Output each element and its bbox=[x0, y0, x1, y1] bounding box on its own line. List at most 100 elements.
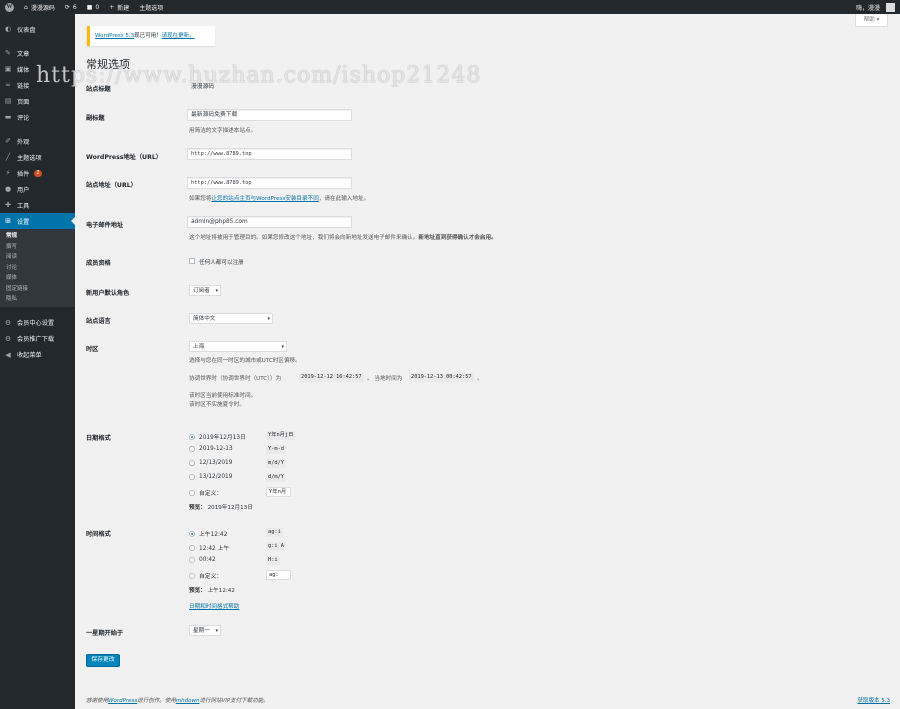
time-format-code: H:i bbox=[266, 556, 280, 565]
local-time-suffix: 。 bbox=[477, 376, 483, 382]
comment-icon: ▬ bbox=[4, 113, 12, 121]
comments-link[interactable]: ■ 0 bbox=[82, 0, 105, 14]
menu-comments[interactable]: ▬ 评论 bbox=[0, 109, 75, 125]
radio-button[interactable] bbox=[189, 446, 195, 452]
updates-link[interactable]: ⟳ 6 bbox=[60, 0, 82, 14]
menu-theme-options[interactable]: ╱ 主题选项 bbox=[0, 149, 75, 165]
menu-dashboard[interactable]: ◐ 仪表盘 bbox=[0, 21, 75, 37]
utc-time-label: 协调世界时（协调世界时（UTC））为 bbox=[189, 376, 282, 382]
radio-selected[interactable] bbox=[189, 433, 195, 440]
time-format-code: ag:i bbox=[266, 528, 283, 537]
site-language-select[interactable]: 简体中文 ▾ bbox=[189, 313, 273, 324]
date-format-custom-input[interactable]: Y年n月 bbox=[266, 487, 291, 497]
menu-tools[interactable]: ✚ 工具 bbox=[0, 197, 75, 213]
submenu-permalinks[interactable]: 固定链接 bbox=[0, 284, 75, 295]
time-format-option[interactable]: 00:42 bbox=[189, 557, 216, 563]
menu-pages[interactable]: ▤ 页面 bbox=[0, 93, 75, 109]
date-time-help-link[interactable]: 日期和时间格式帮助 bbox=[189, 604, 239, 610]
membership-checkbox-label: 任何人都可以注册 bbox=[199, 260, 244, 266]
time-format-custom-option[interactable]: 自定义： bbox=[189, 571, 222, 580]
new-content-link[interactable]: + 新建 bbox=[104, 0, 134, 14]
help-tab-button[interactable]: 帮助 ▾ bbox=[855, 14, 888, 27]
menu-appearance[interactable]: ✐ 外观 bbox=[0, 133, 75, 149]
radio-button[interactable] bbox=[189, 544, 195, 551]
local-time-label: 。 当地时间为 bbox=[367, 376, 403, 382]
timezone-description: 选择与您在同一时区的城市或UTC时区偏移。 bbox=[189, 358, 301, 364]
date-format-option[interactable]: 12/13/2019 bbox=[189, 460, 232, 466]
site-url-help-link[interactable]: 让您的站点主页与WordPress安装目录不同 bbox=[211, 196, 318, 202]
site-language-label: 站点语言 bbox=[86, 318, 111, 325]
admin-email-input[interactable]: admin@php85.com bbox=[187, 216, 352, 228]
avatar bbox=[886, 2, 895, 12]
date-format-option[interactable]: 2019-12-13 bbox=[189, 446, 233, 452]
update-now-link[interactable]: 请现在更新。 bbox=[162, 33, 195, 39]
date-time-help-link-wrap: 日期和时间格式帮助 bbox=[189, 602, 239, 610]
chevron-down-icon: ▾ bbox=[215, 628, 218, 634]
membership-checkbox[interactable] bbox=[189, 258, 195, 264]
date-format-option[interactable]: 2019年12月13日 bbox=[189, 432, 246, 441]
week-start-label: 一星期开始于 bbox=[86, 630, 124, 637]
tagline-input[interactable]: 最新源码免费下载 bbox=[187, 109, 352, 121]
local-time-code: 2019-12-13 00:42:57 bbox=[409, 373, 474, 382]
chevron-down-icon: ▾ bbox=[281, 344, 284, 350]
menu-posts[interactable]: ✎ 文章 bbox=[0, 45, 75, 61]
account-menu[interactable]: 嗨，漫漫 bbox=[851, 0, 900, 14]
time-format-label: 时间格式 bbox=[86, 531, 111, 538]
radio-button[interactable] bbox=[189, 460, 195, 466]
time-format-option[interactable]: 12:42 上午 bbox=[189, 543, 229, 552]
submenu-reading[interactable]: 阅读 bbox=[0, 252, 75, 263]
submenu-writing[interactable]: 撰写 bbox=[0, 242, 75, 253]
site-url-label: 站点地址（URL） bbox=[86, 182, 137, 189]
settings-icon: ⊞ bbox=[5, 217, 11, 225]
radio-button[interactable] bbox=[189, 489, 195, 496]
week-start-select[interactable]: 星期一 ▾ bbox=[189, 625, 221, 636]
time-format-code: g:i A bbox=[266, 542, 286, 551]
dst-status-text: 该时区当前使用标准时间。 bbox=[189, 393, 257, 399]
admin-sidebar: ◐ 仪表盘 ✎ 文章 ▣ 媒体 ∞ 链接 ▤ 页面 ▬ 评论 ✐ 外观 ╱ 主题选项 ⚡ 插件 2 … bbox=[0, 14, 75, 709]
site-url-input[interactable]: http://www.8789.top bbox=[187, 177, 352, 189]
version-link-wrap: 获取版本 5.3 bbox=[858, 696, 891, 704]
menu-plugins[interactable]: ⚡ 插件 2 bbox=[0, 165, 75, 181]
user-icon: ● bbox=[4, 185, 12, 193]
tagline-description: 用简洁的文字描述本站点。 bbox=[189, 128, 257, 134]
gear-icon: ⚙ bbox=[4, 318, 12, 327]
default-role-select[interactable]: 订阅者 ▾ bbox=[189, 285, 221, 296]
radio-button[interactable] bbox=[189, 572, 195, 579]
menu-users[interactable]: ● 用户 bbox=[0, 181, 75, 197]
footer-credits: 感谢使用WordPress进行创作。使用mhdown进行网站VIP支付下载功能。 bbox=[86, 698, 269, 704]
tools-icon: ✚ bbox=[5, 201, 11, 209]
save-changes-button[interactable]: 保存更改 bbox=[86, 654, 120, 667]
admin-email-label: 电子邮件地址 bbox=[86, 222, 124, 229]
submenu-media[interactable]: 媒体 bbox=[0, 273, 75, 284]
radio-button[interactable] bbox=[189, 557, 195, 563]
theme-options-link[interactable]: 主题选项 bbox=[134, 0, 168, 14]
timezone-select[interactable]: 上海 ▾ bbox=[189, 341, 287, 352]
date-format-label: 日期格式 bbox=[86, 435, 111, 442]
menu-member-center[interactable]: ⚙ 会员中心设置 bbox=[0, 315, 75, 331]
get-version-link[interactable]: 获取版本 5.3 bbox=[858, 698, 891, 704]
plus-icon: + bbox=[109, 3, 115, 11]
submenu-general[interactable]: 常规 bbox=[0, 231, 75, 242]
site-name-link[interactable]: ⌂ 漫漫源码 bbox=[19, 0, 60, 14]
wp-logo-menu[interactable]: W bbox=[0, 0, 19, 14]
time-format-custom-input[interactable]: ag: bbox=[266, 570, 291, 580]
submenu-privacy[interactable]: 隐私 bbox=[0, 294, 75, 305]
wordpress-version-link[interactable]: WordPress 5.3 bbox=[95, 33, 134, 39]
menu-member-promo[interactable]: ⚙ 会员推广下载 bbox=[0, 331, 75, 347]
date-format-option[interactable]: 13/12/2019 bbox=[189, 474, 232, 480]
membership-label: 成员资格 bbox=[86, 260, 111, 267]
menu-settings[interactable]: ⊞ 设置 bbox=[0, 213, 75, 229]
time-format-option[interactable]: 上午12:42 bbox=[189, 529, 227, 538]
wp-url-input[interactable]: http://www.8789.top bbox=[187, 148, 352, 160]
date-format-code: d/m/Y bbox=[266, 473, 286, 482]
radio-selected[interactable] bbox=[189, 530, 195, 537]
menu-collapse[interactable]: ◀ 收起菜单 bbox=[0, 347, 75, 363]
date-format-custom-option[interactable]: 自定义： bbox=[189, 488, 222, 497]
wordpress-link[interactable]: WordPress bbox=[108, 698, 137, 704]
radio-button[interactable] bbox=[189, 474, 195, 480]
submenu-discussion[interactable]: 讨论 bbox=[0, 263, 75, 274]
chevron-down-icon: ▾ bbox=[215, 288, 218, 294]
update-notice: WordPress 5.3现已可用！请现在更新。 bbox=[87, 26, 215, 46]
updates-icon: ⟳ bbox=[64, 3, 70, 11]
mhdown-link[interactable]: mhdown bbox=[176, 698, 200, 704]
